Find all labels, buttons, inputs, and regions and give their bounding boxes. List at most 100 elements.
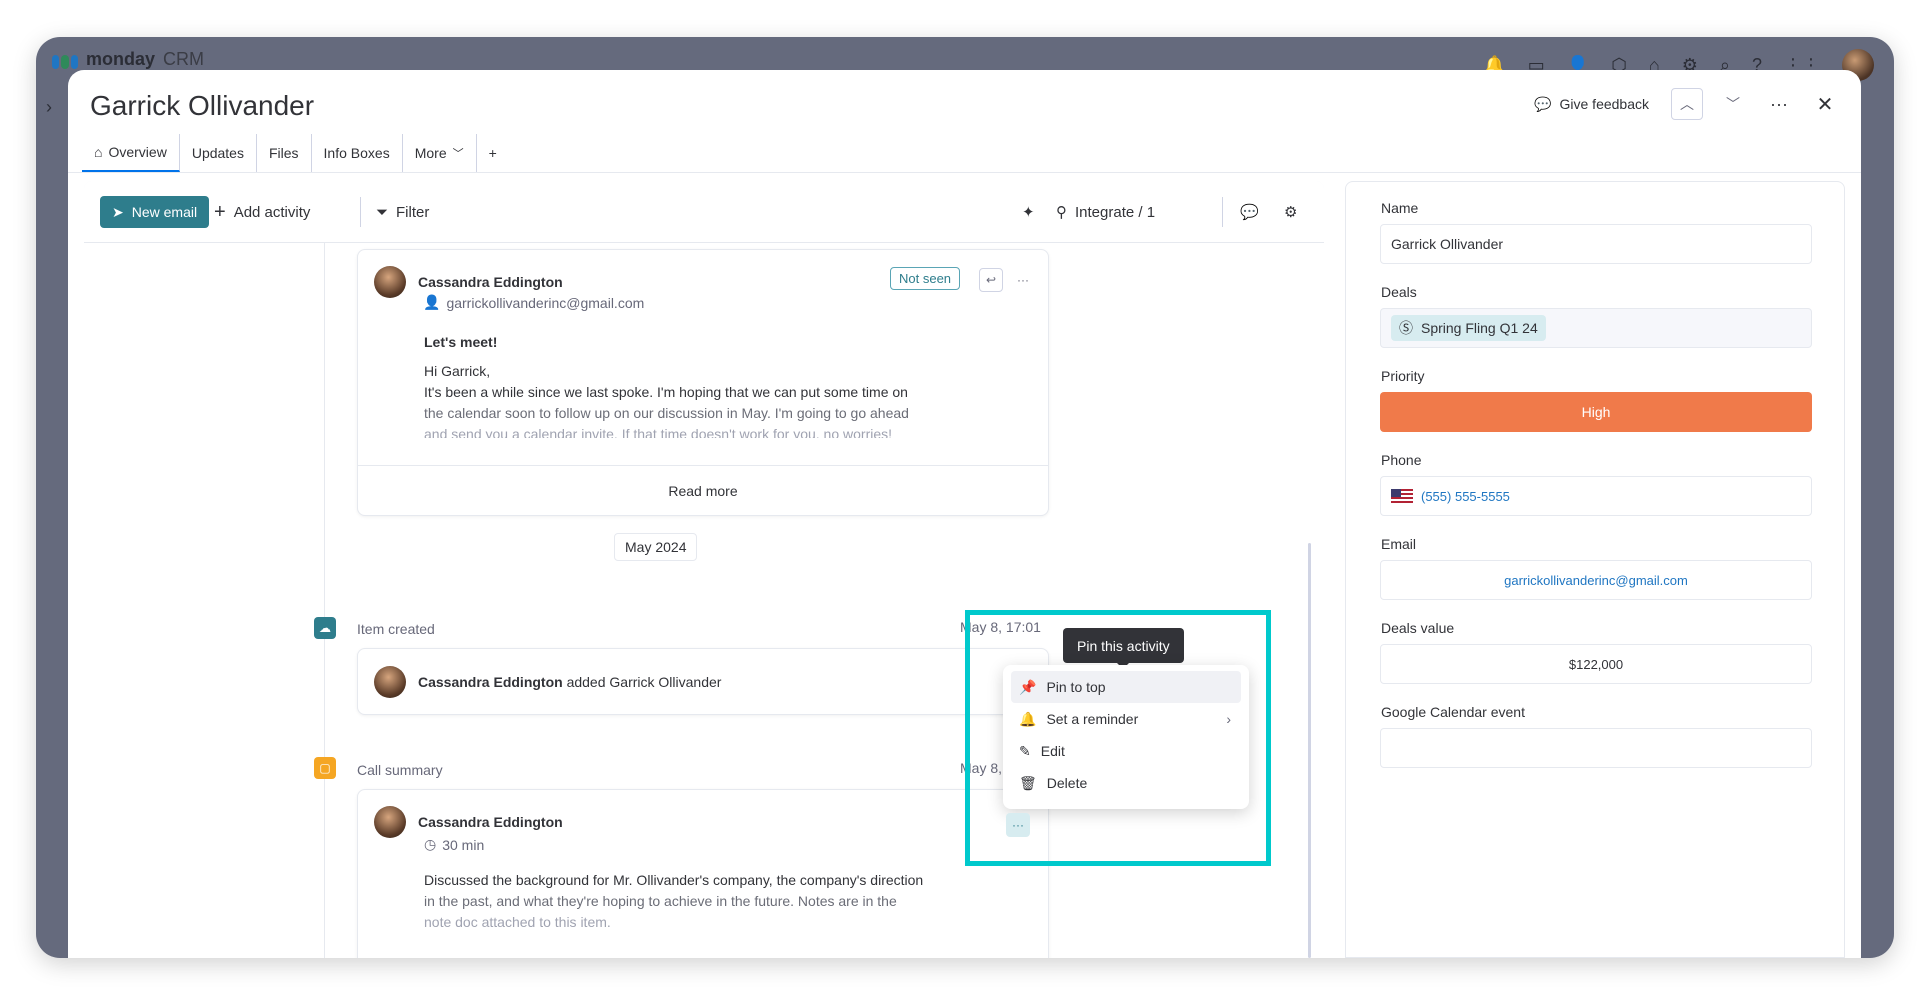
email-line: the calendar soon to follow up on our di… bbox=[424, 405, 909, 421]
chat-button[interactable]: 💬 bbox=[1240, 196, 1259, 228]
person-icon: 👤 bbox=[423, 294, 441, 310]
deals-value-field[interactable]: $122,000 bbox=[1380, 644, 1812, 684]
item-created-card: Cassandra Eddington added Garrick Olliva… bbox=[357, 648, 1049, 715]
tab-label: Updates bbox=[191, 145, 244, 161]
priority-field[interactable]: High bbox=[1380, 392, 1812, 432]
actor-name: Cassandra Eddington bbox=[418, 673, 563, 690]
tab-label: + bbox=[488, 145, 497, 161]
menu-item-pin-to-top[interactable]: 📌 Pin to top bbox=[1011, 671, 1241, 703]
menu-item-label: Edit bbox=[1040, 743, 1065, 759]
more-icon: ··· bbox=[1012, 818, 1024, 832]
call-summary-more-button[interactable]: ··· bbox=[1006, 813, 1030, 837]
avatar bbox=[374, 666, 406, 698]
email-value[interactable]: garrickollivanderinc@gmail.com bbox=[1504, 573, 1688, 588]
deal-chip[interactable]: Ⓢ Spring Fling Q1 24 bbox=[1391, 315, 1546, 341]
more-icon: ··· bbox=[1017, 273, 1029, 287]
chevron-up-icon: ︿ bbox=[1680, 96, 1694, 112]
email-recipient: 👤 garrickollivanderinc@gmail.com bbox=[423, 294, 644, 311]
field-label: Deals bbox=[1381, 284, 1417, 300]
tab-bar: ⌂ Overview Updates Files Info Boxes More… bbox=[82, 134, 509, 172]
duration-value: 30 min bbox=[442, 836, 485, 853]
reply-button[interactable]: ↩ bbox=[979, 268, 1003, 292]
plus-icon: + bbox=[214, 200, 226, 223]
email-activity-card: Cassandra Eddington 👤 garrickollivanderi… bbox=[357, 249, 1049, 516]
more-options-button[interactable]: ··· bbox=[1011, 268, 1035, 292]
google-calendar-field[interactable] bbox=[1380, 728, 1812, 768]
chevron-right-icon[interactable]: › bbox=[46, 97, 52, 118]
close-button[interactable]: ✕ bbox=[1809, 88, 1841, 120]
tab-files[interactable]: Files bbox=[257, 134, 312, 172]
phone-value[interactable]: (555) 555-5555 bbox=[1421, 489, 1510, 504]
add-tab-button[interactable]: + bbox=[477, 134, 509, 172]
plug-icon: ⚲ bbox=[1056, 204, 1067, 221]
month-divider: May 2024 bbox=[614, 533, 698, 561]
call-notes: Discussed the background for Mr. Ollivan… bbox=[424, 870, 984, 933]
notes-line: note doc attached to this item. bbox=[424, 914, 611, 930]
previous-item-button[interactable]: ︿ bbox=[1671, 88, 1703, 120]
bell-icon: 🔔 bbox=[1019, 710, 1037, 727]
more-options-button[interactable]: ··· bbox=[1763, 88, 1795, 120]
tab-label: More bbox=[414, 145, 447, 161]
scrollbar[interactable] bbox=[1308, 543, 1311, 958]
item-created-icon: ☁ bbox=[314, 617, 336, 639]
deals-value-amount: $122,000 bbox=[1568, 656, 1624, 672]
tab-info-boxes[interactable]: Info Boxes bbox=[312, 134, 403, 172]
toolbar-divider bbox=[1222, 197, 1223, 227]
brand-sub: CRM bbox=[163, 49, 205, 69]
call-summary-card: Cassandra Eddington ◷ 30 min Discussed t… bbox=[357, 789, 1049, 958]
deal-name: Spring Fling Q1 24 bbox=[1421, 320, 1538, 336]
event-label: Call summary bbox=[357, 762, 443, 778]
tab-overview[interactable]: ⌂ Overview bbox=[82, 134, 180, 172]
filter-button[interactable]: ⏷ Filter bbox=[376, 196, 429, 228]
name-field[interactable]: Garrick Ollivander bbox=[1380, 224, 1812, 264]
new-email-button[interactable]: ➤ New email bbox=[100, 196, 210, 228]
filter-icon: ⏷ bbox=[376, 203, 389, 221]
deals-field[interactable]: Ⓢ Spring Fling Q1 24 bbox=[1380, 308, 1812, 348]
email-line: and send you a calendar invite. If that … bbox=[424, 426, 893, 438]
tab-more[interactable]: More ﹀ bbox=[403, 134, 477, 172]
call-summary-icon: ▢ bbox=[314, 757, 336, 779]
notes-line: Discussed the background for Mr. Ollivan… bbox=[424, 872, 924, 888]
menu-item-edit[interactable]: ✎ Edit bbox=[1011, 735, 1241, 767]
tab-updates[interactable]: Updates bbox=[180, 134, 257, 172]
email-field[interactable]: garrickollivanderinc@gmail.com bbox=[1380, 560, 1812, 600]
chevron-down-icon: ﹀ bbox=[1726, 96, 1740, 112]
add-activity-button[interactable]: + Add activity bbox=[214, 196, 310, 228]
item-details-panel: Name Garrick Ollivander Deals Ⓢ Spring F… bbox=[1345, 181, 1845, 958]
call-actor: Cassandra Eddington bbox=[374, 806, 563, 838]
logo-icon bbox=[52, 51, 78, 69]
us-flag-icon bbox=[1391, 489, 1413, 503]
name-value: Garrick Ollivander bbox=[1391, 236, 1504, 252]
phone-field[interactable]: (555) 555-5555 bbox=[1380, 476, 1812, 516]
chevron-down-icon: ﹀ bbox=[452, 148, 464, 160]
email-body: Let's meet! Hi Garrick, It's been a whil… bbox=[424, 332, 964, 438]
notes-line: in the past, and what they're hoping to … bbox=[424, 893, 897, 909]
ai-sparkle-button[interactable]: ✦ bbox=[1022, 196, 1035, 228]
gear-icon: ⚙ bbox=[1284, 204, 1298, 221]
page-title: Garrick Ollivander bbox=[90, 90, 315, 121]
integrate-button[interactable]: ⚲ Integrate / 1 bbox=[1056, 196, 1155, 228]
toolbar-divider bbox=[360, 197, 361, 227]
settings-button[interactable]: ⚙ bbox=[1284, 196, 1297, 228]
menu-item-set-reminder[interactable]: 🔔 Set a reminder › bbox=[1011, 703, 1241, 735]
read-more-button[interactable]: Read more bbox=[358, 465, 1048, 517]
activity-toolbar: ➤ New email + Add activity ⏷ Filter ✦ ⚲ … bbox=[84, 181, 1324, 243]
timeline-line bbox=[324, 243, 325, 958]
email-greeting: Hi Garrick, bbox=[424, 363, 491, 379]
menu-item-label: Set a reminder bbox=[1046, 711, 1139, 727]
field-label: Deals value bbox=[1381, 620, 1455, 636]
avatar bbox=[374, 806, 406, 838]
pin-tooltip: Pin this activity bbox=[1063, 628, 1184, 669]
next-item-button[interactable]: ﹀ bbox=[1717, 88, 1749, 120]
menu-item-delete[interactable]: 🗑 Delete bbox=[1011, 767, 1241, 799]
feedback-icon: 💬 bbox=[1534, 95, 1552, 112]
trash-icon: 🗑 bbox=[1019, 774, 1037, 791]
monday-logo[interactable]: monday CRM bbox=[52, 49, 204, 70]
field-label: Phone bbox=[1381, 452, 1422, 468]
tabs-divider bbox=[68, 172, 1861, 173]
pin-icon: 📌 bbox=[1019, 678, 1037, 695]
field-label: Priority bbox=[1381, 368, 1425, 384]
actor-name: Cassandra Eddington bbox=[418, 814, 563, 830]
give-feedback-button[interactable]: 💬 Give feedback bbox=[1526, 90, 1657, 119]
status-badge: Not seen bbox=[890, 267, 961, 290]
